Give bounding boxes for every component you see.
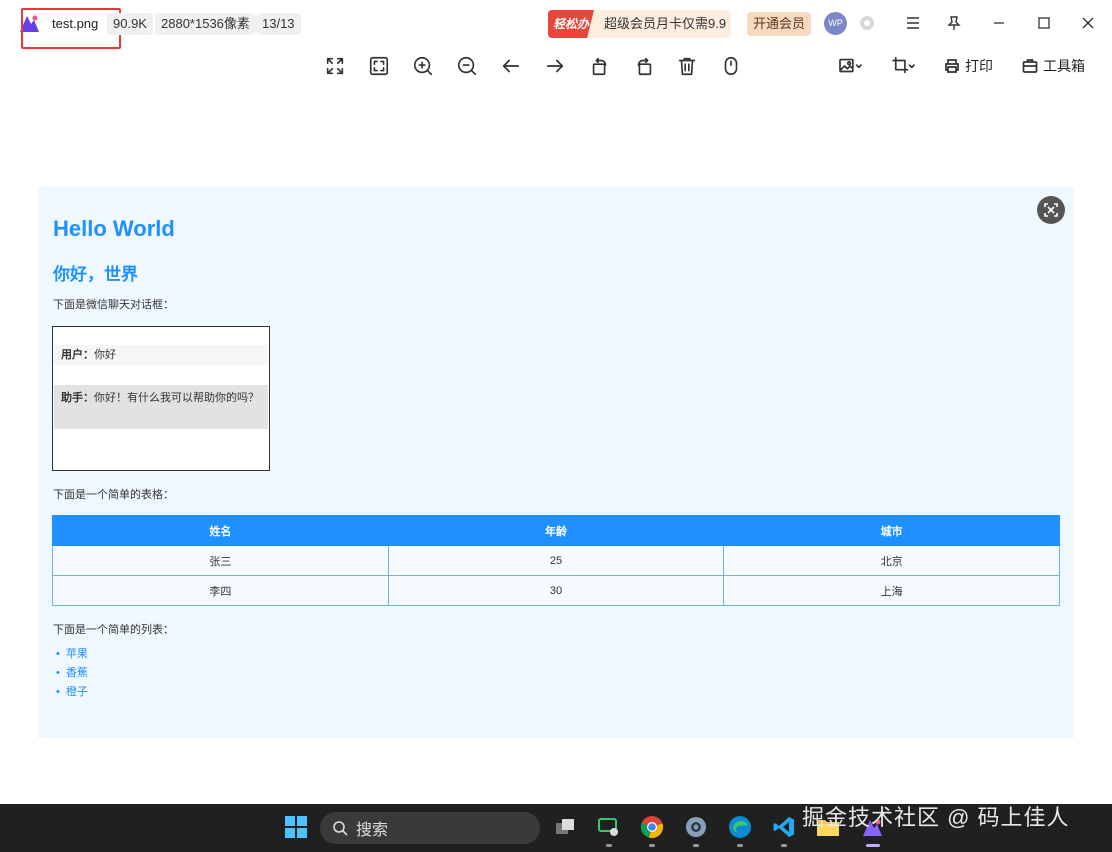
data-table: 姓名 年龄 城市 张三 25 北京 李四 30 上海: [52, 515, 1060, 606]
chat-dialog-box: 用户：你好 助手：你好！有什么我可以帮助你的吗？: [52, 326, 270, 471]
title-bar: test.png 90.9K 2880*1536像素 13/13 轻松办公 超级…: [0, 0, 1112, 49]
table-cell: 上海: [723, 575, 1060, 606]
list-item: 香蕉: [56, 666, 88, 685]
maximize-icon[interactable]: [1033, 12, 1055, 34]
minimize-icon[interactable]: [988, 12, 1010, 34]
table-header-cell: 姓名: [52, 515, 389, 546]
user-label: 用户：: [61, 349, 94, 361]
search-icon: [333, 821, 348, 836]
assistant-message-text: 你好！有什么我可以帮助你的吗？: [94, 392, 259, 404]
assistant-label: 助手：: [61, 392, 94, 404]
user-avatar[interactable]: WP: [824, 12, 847, 35]
table-cell: 30: [387, 575, 725, 606]
fruit-list: 苹果 香蕉 橙子: [56, 647, 88, 704]
assistant-message: 助手：你好！有什么我可以帮助你的吗？: [54, 385, 268, 429]
table-row: 李四 30 上海: [52, 575, 1060, 606]
print-button[interactable]: 打印: [944, 55, 993, 77]
status-icon[interactable]: [856, 12, 878, 34]
table-cell: 李四: [52, 575, 389, 606]
vscode-icon[interactable]: [771, 814, 797, 840]
toolbox-button[interactable]: 工具箱: [1022, 55, 1085, 77]
fullscreen-icon[interactable]: [323, 54, 347, 78]
table-cell: 张三: [52, 545, 389, 576]
table-cell: 25: [387, 545, 725, 576]
crop-icon[interactable]: [889, 54, 919, 78]
close-icon[interactable]: [1077, 12, 1099, 34]
table-intro-text: 下面是一个简单的表格：: [53, 489, 174, 501]
running-indicator: [606, 844, 612, 847]
table-header-cell: 城市: [723, 515, 1060, 546]
user-message: 用户：你好: [54, 345, 268, 365]
pin-icon[interactable]: [943, 12, 965, 34]
active-indicator: [866, 844, 880, 847]
search-placeholder: 搜索: [356, 822, 389, 839]
promo-text: 超级会员月卡仅需9.9: [604, 16, 727, 31]
task-view-icon[interactable]: [552, 814, 578, 840]
fit-view-button[interactable]: [1037, 196, 1065, 224]
promo-banner[interactable]: 轻松办公 超级会员月卡仅需9.9: [548, 10, 731, 38]
user-message-text: 你好: [94, 349, 116, 361]
printer-icon: [945, 59, 959, 73]
list-item: 苹果: [56, 647, 88, 666]
image-counter-badge: 13/13: [256, 13, 301, 35]
promo-badge: 轻松办公: [548, 10, 594, 38]
fit-window-icon[interactable]: [367, 54, 391, 78]
annotation-highlight-box: [21, 8, 121, 49]
print-label: 打印: [965, 58, 993, 74]
running-indicator: [781, 844, 787, 847]
running-indicator: [737, 844, 743, 847]
delete-trash-icon[interactable]: [675, 54, 699, 78]
next-arrow-icon[interactable]: [543, 54, 567, 78]
doc-title-chinese: 你好，世界: [53, 265, 138, 284]
edge-browser-icon[interactable]: [727, 814, 753, 840]
image-options-icon[interactable]: [836, 54, 866, 78]
zoom-in-icon[interactable]: [411, 54, 435, 78]
chat-intro-text: 下面是微信聊天对话框：: [53, 299, 174, 311]
windows-start-icon[interactable]: [283, 814, 309, 840]
fit-view-icon: [1044, 203, 1058, 217]
open-vip-button[interactable]: 开通会员: [747, 12, 811, 36]
running-indicator: [693, 844, 699, 847]
watermark-text: 掘金技术社区 @ 码上佳人: [802, 805, 1070, 830]
toolbox-icon: [1022, 59, 1038, 73]
chat-app-icon[interactable]: [596, 814, 622, 840]
list-item: 橙子: [56, 685, 88, 704]
mouse-icon[interactable]: [719, 54, 743, 78]
rotate-left-icon[interactable]: [588, 54, 612, 78]
zoom-out-icon[interactable]: [455, 54, 479, 78]
table-header-row: 姓名 年龄 城市: [52, 515, 1060, 546]
settings-gear-icon[interactable]: [683, 814, 709, 840]
image-dimensions-badge: 2880*1536像素: [155, 13, 256, 35]
rotate-right-icon[interactable]: [632, 54, 656, 78]
toolbox-label: 工具箱: [1043, 58, 1085, 74]
previous-arrow-icon[interactable]: [499, 54, 523, 78]
table-header-cell: 年龄: [387, 515, 725, 546]
list-intro-text: 下面是一个简单的列表：: [53, 624, 174, 636]
table-row: 张三 25 北京: [52, 545, 1060, 576]
table-cell: 北京: [723, 545, 1060, 576]
chrome-icon[interactable]: [639, 814, 665, 840]
file-size-badge: 90.9K: [107, 13, 153, 35]
running-indicator: [649, 844, 655, 847]
doc-title-english: Hello World: [53, 216, 175, 241]
menu-icon[interactable]: [902, 12, 924, 34]
taskbar-search[interactable]: 搜索: [320, 812, 540, 844]
